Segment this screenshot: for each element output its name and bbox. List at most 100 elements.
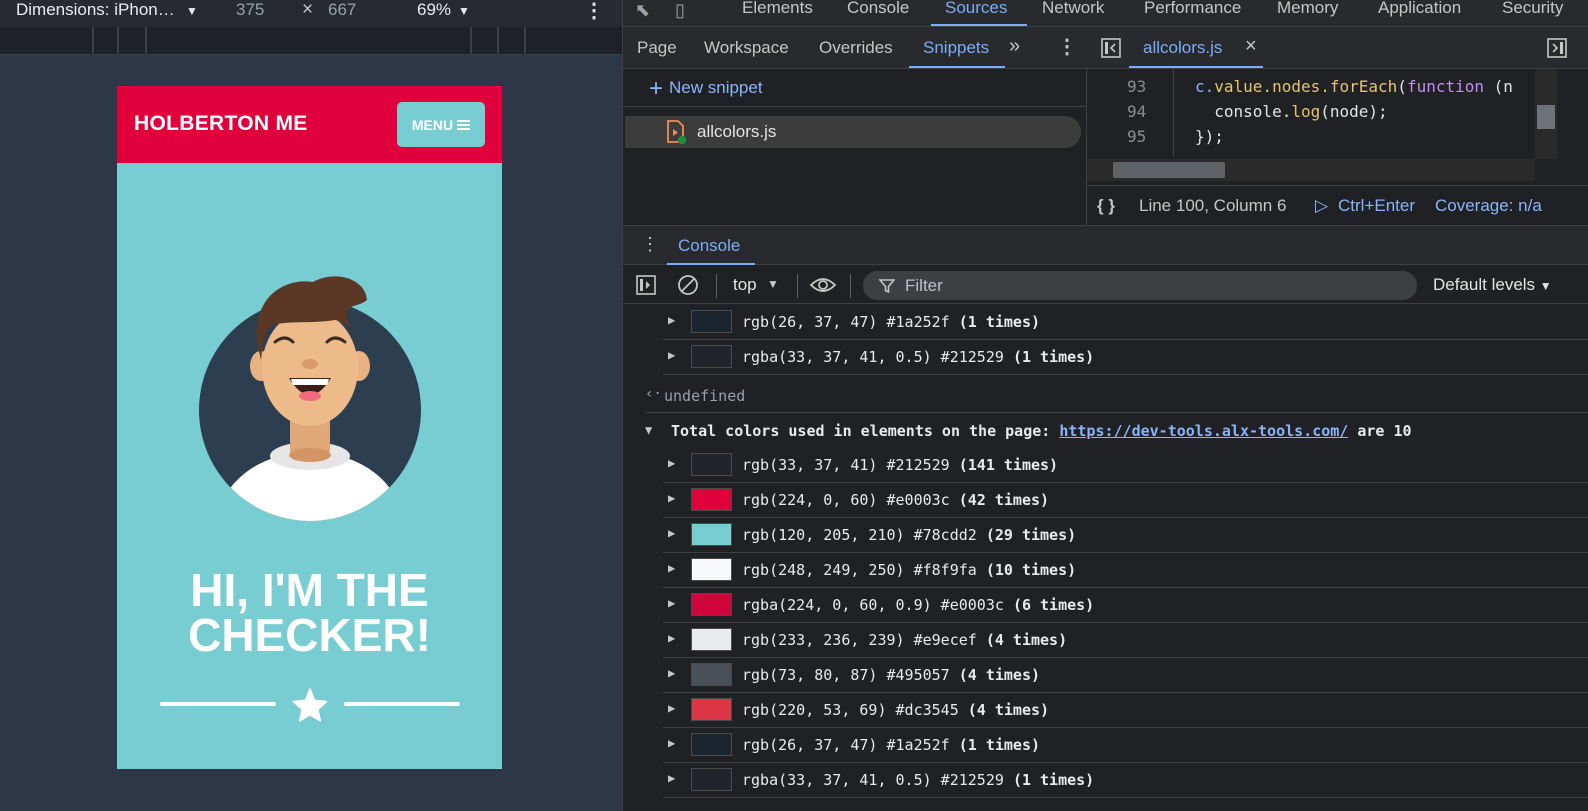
- expand-arrow-icon[interactable]: ▶: [668, 561, 675, 575]
- console-color-row[interactable]: ▶ rgb(33, 37, 41) #212529 (141 times): [663, 448, 1588, 483]
- expand-arrow-icon[interactable]: ▶: [668, 736, 675, 750]
- tab-network[interactable]: Network: [1042, 0, 1104, 18]
- console-color-row[interactable]: ▶ rgb(120, 205, 210) #78cdd2 (29 times): [663, 518, 1588, 553]
- code-line: c.value.nodes.forEach(function (n: [1195, 77, 1513, 96]
- run-shortcut[interactable]: Ctrl+Enter: [1338, 196, 1415, 216]
- run-snippet-icon[interactable]: ▷: [1315, 196, 1328, 216]
- menu-button[interactable]: MENU: [397, 102, 485, 147]
- code-token: log: [1291, 102, 1321, 121]
- console-group-header[interactable]: ▼ Total colors used in elements on the p…: [645, 415, 1588, 447]
- filter-input[interactable]: Filter: [863, 271, 1417, 300]
- code-view[interactable]: 93 c.value.nodes.forEach(function (n 94 …: [1087, 69, 1535, 157]
- vertical-scrollbar[interactable]: [1535, 69, 1557, 159]
- toggle-navigator-icon[interactable]: [1101, 38, 1121, 58]
- zoom-dropdown[interactable]: 69%: [417, 0, 451, 20]
- device-height-input[interactable]: 667: [328, 0, 356, 20]
- expand-arrow-icon[interactable]: ▶: [668, 771, 675, 785]
- return-value: undefined: [664, 387, 746, 405]
- expand-arrow-icon[interactable]: ▶: [668, 313, 675, 327]
- more-options-icon[interactable]: ⋮: [1057, 34, 1077, 59]
- code-line: });: [1195, 127, 1224, 146]
- expand-arrow-icon[interactable]: ▶: [668, 666, 675, 680]
- color-code: rgb(73, 80, 87) #495057: [742, 666, 950, 684]
- console-color-row[interactable]: ▶ rgb(224, 0, 60) #e0003c (42 times): [663, 483, 1588, 518]
- console-color-row[interactable]: ▶ rgb(26, 37, 47) #1a252f (1 times): [663, 305, 1588, 340]
- sidebar-toggle-icon[interactable]: [636, 275, 656, 295]
- scrollbar-thumb[interactable]: [1537, 105, 1555, 129]
- console-log: ‹· undefined ▼ Total colors used in elem…: [623, 305, 1588, 811]
- chevron-down-icon[interactable]: ▼: [767, 277, 779, 291]
- gutter-border: [1173, 69, 1174, 157]
- line-number: 94: [1127, 102, 1147, 121]
- editor-status-bar: { } Line 100, Column 6 ▷ Ctrl+Enter Cove…: [1087, 185, 1588, 225]
- color-value: rgba(33, 37, 41, 0.5) #212529 (1 times): [742, 348, 1094, 366]
- expand-arrow-icon[interactable]: ▶: [668, 491, 675, 505]
- toolbar-separator: [716, 274, 717, 298]
- device-width-input[interactable]: 375: [236, 0, 264, 20]
- color-swatch: [691, 310, 732, 333]
- device-dimensions-dropdown[interactable]: Dimensions: iPhon…: [16, 0, 175, 20]
- console-color-row[interactable]: ▶ rgb(26, 37, 47) #1a252f (1 times): [663, 728, 1588, 763]
- expand-arrow-icon[interactable]: ▶: [668, 631, 675, 645]
- page-url-link[interactable]: https://dev-tools.alx-tools.com/: [1059, 422, 1348, 440]
- tab-security[interactable]: Security: [1502, 0, 1563, 18]
- inspect-element-icon[interactable]: ⬉: [635, 0, 650, 21]
- drawer-tabbar: ⋮ Console: [623, 226, 1588, 265]
- tab-workspace[interactable]: Workspace: [704, 38, 789, 58]
- more-options-icon[interactable]: ⋮: [584, 0, 604, 23]
- more-tabs-icon[interactable]: »: [1009, 35, 1020, 58]
- new-snippet-button[interactable]: + New snippet: [649, 75, 763, 103]
- console-color-row[interactable]: ▶ rgba(224, 0, 60, 0.9) #e0003c (6 times): [663, 588, 1588, 623]
- console-color-row[interactable]: ▶ rgb(248, 249, 250) #f8f9fa (10 times): [663, 553, 1588, 588]
- tab-application[interactable]: Application: [1378, 0, 1461, 18]
- console-color-row[interactable]: ▶ rgb(233, 236, 239) #e9ecef (4 times): [663, 623, 1588, 658]
- active-tab-indicator: [909, 66, 1005, 68]
- ruler-tick: [470, 27, 472, 55]
- tab-overrides[interactable]: Overrides: [819, 38, 893, 58]
- console-color-row[interactable]: ▶ rgba(33, 37, 41, 0.5) #212529 (1 times): [663, 763, 1588, 798]
- console-color-row[interactable]: ▶ rgba(33, 37, 41, 0.5) #212529 (1 times): [663, 340, 1588, 375]
- chevron-down-icon[interactable]: ▼: [186, 4, 198, 18]
- device-toggle-icon[interactable]: ▯: [675, 0, 685, 21]
- tab-performance[interactable]: Performance: [1144, 0, 1241, 18]
- expand-arrow-icon[interactable]: ▶: [668, 596, 675, 610]
- tab-console[interactable]: Console: [847, 0, 909, 18]
- scrollbar-thumb[interactable]: [1113, 162, 1225, 178]
- console-color-row[interactable]: ▶ rgb(73, 80, 87) #495057 (4 times): [663, 658, 1588, 693]
- expand-arrow-icon[interactable]: ▶: [668, 456, 675, 470]
- drawer-menu-icon[interactable]: ⋮: [641, 234, 659, 255]
- pretty-print-icon[interactable]: { }: [1097, 196, 1115, 216]
- chevron-down-icon[interactable]: ▼: [458, 4, 470, 18]
- expand-arrow-icon[interactable]: ▶: [668, 526, 675, 540]
- horizontal-scrollbar[interactable]: [1087, 159, 1535, 181]
- tab-sources[interactable]: Sources: [945, 0, 1007, 18]
- tab-memory[interactable]: Memory: [1277, 0, 1338, 18]
- page-header: HOLBERTON ME MENU: [117, 86, 502, 163]
- clear-console-icon[interactable]: [677, 274, 699, 296]
- tab-elements[interactable]: Elements: [742, 0, 813, 18]
- line-number: 95: [1127, 127, 1147, 146]
- editor-file-tab[interactable]: allcolors.js: [1143, 38, 1222, 58]
- expand-arrow-icon[interactable]: ▶: [668, 348, 675, 362]
- close-icon[interactable]: ×: [1245, 35, 1257, 58]
- expand-arrow-icon[interactable]: ▶: [668, 701, 675, 715]
- code-token: c.: [1195, 77, 1215, 96]
- log-levels-dropdown[interactable]: Default levels ▼: [1433, 275, 1552, 295]
- tab-snippets[interactable]: Snippets: [923, 38, 989, 58]
- toggle-debugger-icon[interactable]: [1547, 38, 1567, 58]
- coverage-status[interactable]: Coverage: n/a: [1435, 196, 1542, 216]
- color-count: (29 times): [985, 526, 1077, 544]
- tab-console-drawer[interactable]: Console: [678, 236, 740, 256]
- context-selector[interactable]: top: [733, 275, 757, 295]
- site-brand[interactable]: HOLBERTON ME: [134, 112, 308, 136]
- color-swatch: [691, 698, 732, 721]
- tab-page[interactable]: Page: [637, 38, 677, 58]
- cursor-position: Line 100, Column 6: [1139, 196, 1287, 215]
- color-value: rgb(248, 249, 250) #f8f9fa (10 times): [742, 561, 1076, 579]
- expand-arrow-icon[interactable]: ▼: [645, 423, 652, 437]
- live-expression-eye-icon[interactable]: [810, 276, 836, 294]
- color-count: (4 times): [967, 701, 1050, 719]
- snippet-item[interactable]: allcolors.js: [625, 116, 1081, 148]
- color-code: rgb(233, 236, 239) #e9ecef: [742, 631, 977, 649]
- console-color-row[interactable]: ▶ rgb(220, 53, 69) #dc3545 (4 times): [663, 693, 1588, 728]
